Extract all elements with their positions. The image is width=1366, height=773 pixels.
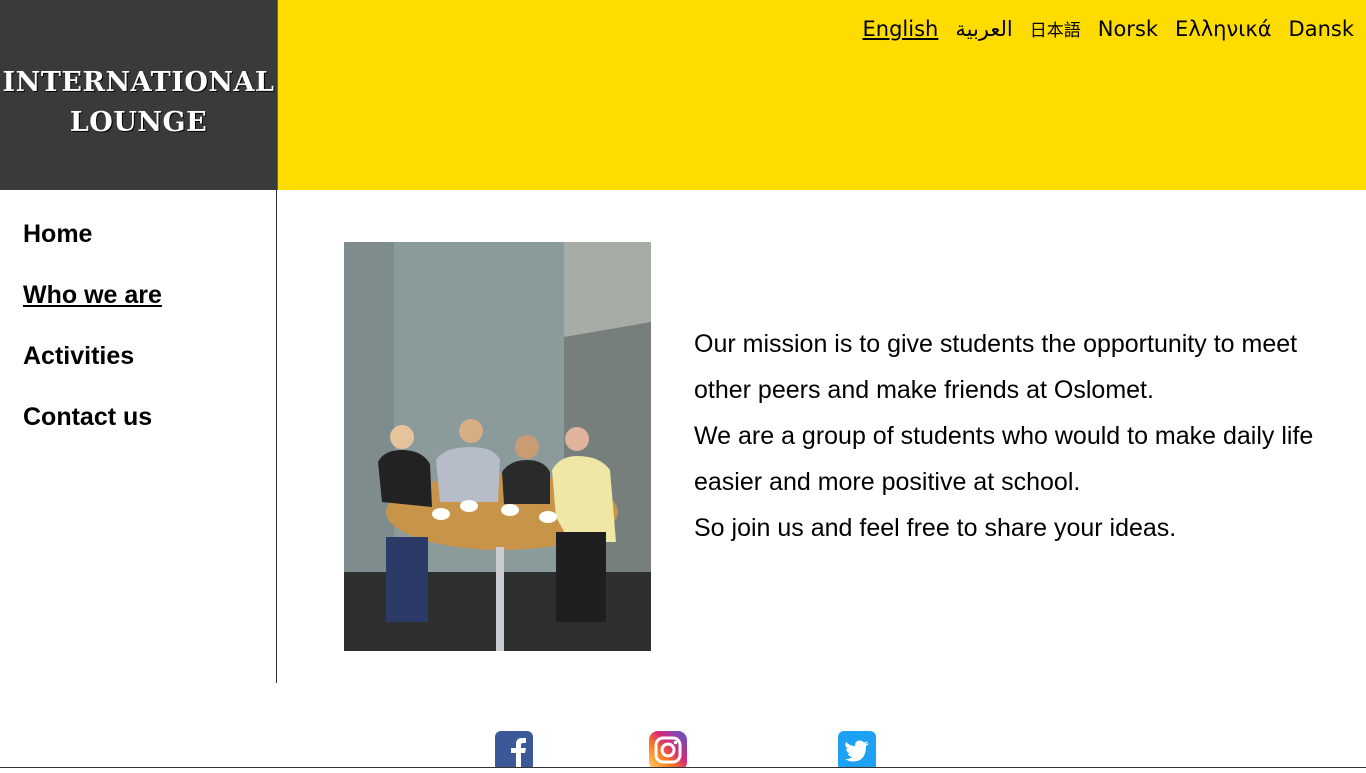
lang-norsk[interactable]: Norsk [1098, 17, 1158, 41]
instagram-icon[interactable] [649, 731, 687, 771]
twitter-icon[interactable] [838, 731, 876, 771]
mission-paragraph: We are a group of students who would to … [694, 422, 1314, 496]
nav-activities[interactable]: Activities [23, 342, 134, 370]
main-nav: Home Who we are Activities Contact us [23, 220, 162, 464]
lang-english[interactable]: English [863, 17, 939, 41]
nav-contact-us[interactable]: Contact us [23, 403, 152, 431]
lang-arabic[interactable]: العربية [955, 17, 1012, 41]
mission-paragraph: Our mission is to give students the oppo… [694, 330, 1298, 404]
lang-dansk[interactable]: Dansk [1289, 17, 1354, 41]
logo-line-2: LOUNGE [69, 107, 208, 138]
mission-paragraph: So join us and feel free to share your i… [694, 514, 1177, 542]
nav-who-we-are[interactable]: Who we are [23, 281, 162, 309]
logo-line-1: INTERNATIONAL [2, 67, 275, 98]
nav-home[interactable]: Home [23, 220, 92, 248]
site-logo[interactable]: INTERNATIONAL LOUNGE [0, 0, 278, 190]
sidebar: Home Who we are Activities Contact us [0, 190, 277, 683]
header-banner: English العربية 日本語 Norsk Ελληνικά Dansk [278, 0, 1366, 190]
language-switcher: English العربية 日本語 Norsk Ελληνικά Dansk [863, 16, 1354, 42]
facebook-icon[interactable] [495, 731, 533, 771]
team-photo [344, 242, 651, 651]
mission-statement: Our mission is to give students the oppo… [694, 321, 1344, 551]
lang-japanese[interactable]: 日本語 [1030, 16, 1081, 41]
lang-greek[interactable]: Ελληνικά [1175, 17, 1272, 41]
